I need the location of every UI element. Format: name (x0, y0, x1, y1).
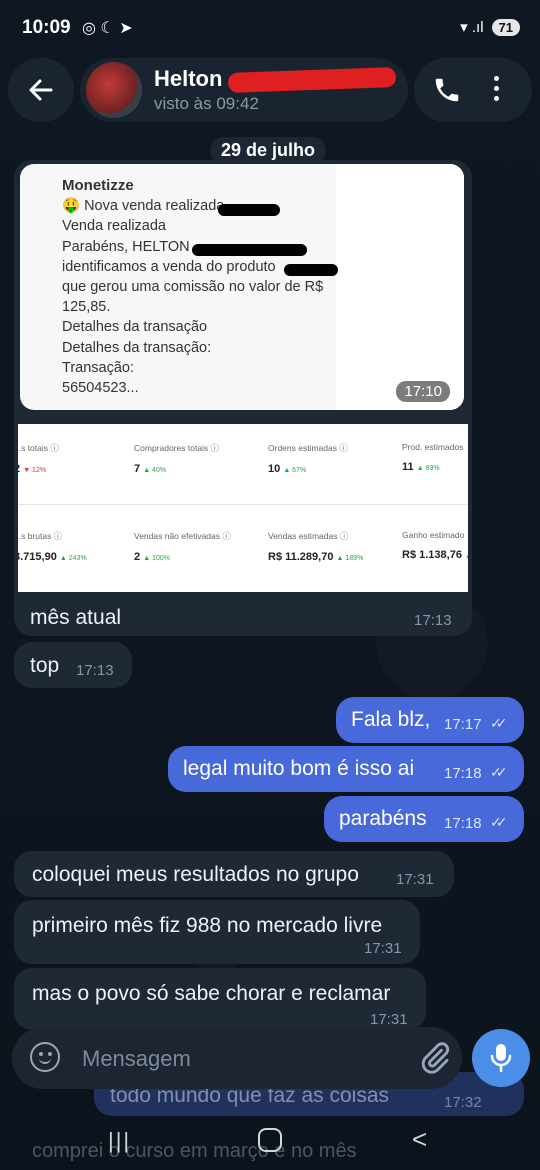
message-time: 17:32 (444, 1094, 482, 1111)
metric-card: Vendas estimadas ⓘ R$ 11.289,70 ▲ 189% (268, 531, 364, 563)
media-message-bubble[interactable]: Monetizze 🤑 Nova venda realizada Venda r… (14, 160, 472, 636)
media-timestamp: 17:10 (396, 381, 450, 402)
voice-record-button[interactable] (472, 1029, 530, 1087)
message-time: 17:31 (364, 940, 402, 957)
nav-back-button[interactable]: < (412, 1124, 427, 1155)
metric-card: Ordens estimadas ⓘ 10 ▲ 67% (268, 443, 348, 475)
microphone-icon (490, 1044, 512, 1073)
back-arrow-icon (29, 79, 53, 101)
metric-card: Compradores totais ⓘ 7 ▲ 40% (134, 443, 220, 475)
redaction-mark (284, 264, 338, 276)
message-text: parabéns (339, 807, 427, 830)
metric-card: Vendas não efetivadas ⓘ 2 ▲ 100% (134, 531, 231, 563)
message-text: mês atual (30, 606, 122, 629)
signal-icon: ▾ .ıl (460, 19, 484, 36)
message-time: 17:31 (370, 1011, 408, 1028)
message-bubble-incoming[interactable]: primeiro mês fiz 988 no mercado livre 17… (14, 900, 420, 964)
message-bubble-incoming[interactable]: top 17:13 (14, 642, 132, 688)
metric-card: ...s brutas ⓘ 3.715,90 ▲ 243% (18, 531, 87, 563)
message-time: 17:13 (414, 612, 452, 629)
message-text: coloquei meus resultados no grupo (32, 863, 359, 886)
phone-icon[interactable] (432, 75, 462, 105)
more-options-icon[interactable] (494, 76, 499, 101)
message-text: Fala blz, (351, 708, 431, 731)
contact-header[interactable]: Helton visto às 09:42 (80, 58, 408, 122)
screenshot-image-dashboard[interactable]: ...s totais ⓘ 2 ▼ 12% Compradores totais… (18, 424, 468, 592)
message-time: 17:13 (76, 662, 114, 679)
screenshot-text: Monetizze 🤑 Nova venda realizada Venda r… (62, 177, 324, 397)
message-composer (12, 1027, 462, 1089)
system-icons: ▾ .ıl 71 (460, 18, 520, 36)
status-bar: 10:09 ◎ ☾ ➤ ▾ .ıl 71 (0, 0, 540, 56)
contact-last-seen: visto às 09:42 (154, 94, 259, 113)
notification-icons: ◎ ☾ ➤ (82, 20, 133, 37)
avatar[interactable] (86, 62, 142, 118)
message-bubble-outgoing[interactable]: parabéns 17:18 ✓✓ (324, 796, 524, 842)
message-text: primeiro mês fiz 988 no mercado livre (32, 914, 383, 937)
message-time: 17:31 (396, 871, 434, 888)
redaction-mark (218, 204, 280, 216)
message-text: mas o povo só sabe chorar e reclamar (32, 982, 391, 1005)
screenshot-image-monetizze[interactable]: Monetizze 🤑 Nova venda realizada Venda r… (20, 164, 464, 410)
status-time: 10:09 (22, 17, 71, 38)
header-actions (414, 58, 532, 122)
message-time: 17:18 (444, 765, 482, 782)
message-time: 17:18 (444, 815, 482, 832)
message-text: top (30, 654, 60, 677)
battery-icon: 71 (491, 18, 520, 36)
message-bubble-outgoing[interactable]: legal muito bom é isso ai 17:18 ✓✓ (168, 746, 524, 792)
recent-apps-button[interactable]: ||| (108, 1128, 131, 1154)
emoji-icon[interactable] (30, 1042, 60, 1072)
read-receipt-icon: ✓✓ (490, 764, 508, 780)
message-bubble-incoming[interactable]: coloquei meus resultados no grupo 17:31 (14, 851, 454, 897)
read-receipt-icon: ✓✓ (490, 814, 508, 830)
back-button[interactable] (8, 58, 74, 122)
paperclip-icon[interactable] (418, 1041, 452, 1075)
redaction-mark (192, 244, 307, 256)
redaction-mark (227, 67, 397, 93)
message-text: legal muito bom é isso ai (183, 757, 415, 780)
metric-card: Ganho estimado R$ 1.138,76 ▲ (402, 530, 468, 561)
read-receipt-icon: ✓✓ (490, 715, 508, 731)
metric-card: ...s totais ⓘ 2 ▼ 12% (18, 443, 59, 475)
message-bubble-outgoing[interactable]: Fala blz, 17:17 ✓✓ (336, 697, 524, 743)
message-time: 17:17 (444, 716, 482, 733)
contact-name: Helton (154, 66, 223, 91)
metric-card: Prod. estimados 11 ▲ 83% (402, 442, 464, 473)
home-button[interactable] (258, 1128, 282, 1152)
message-input[interactable] (80, 1041, 404, 1077)
message-bubble-incoming[interactable]: mas o povo só sabe chorar e reclamar 17:… (14, 968, 426, 1030)
system-navigation-bar: ||| < (0, 1118, 540, 1170)
